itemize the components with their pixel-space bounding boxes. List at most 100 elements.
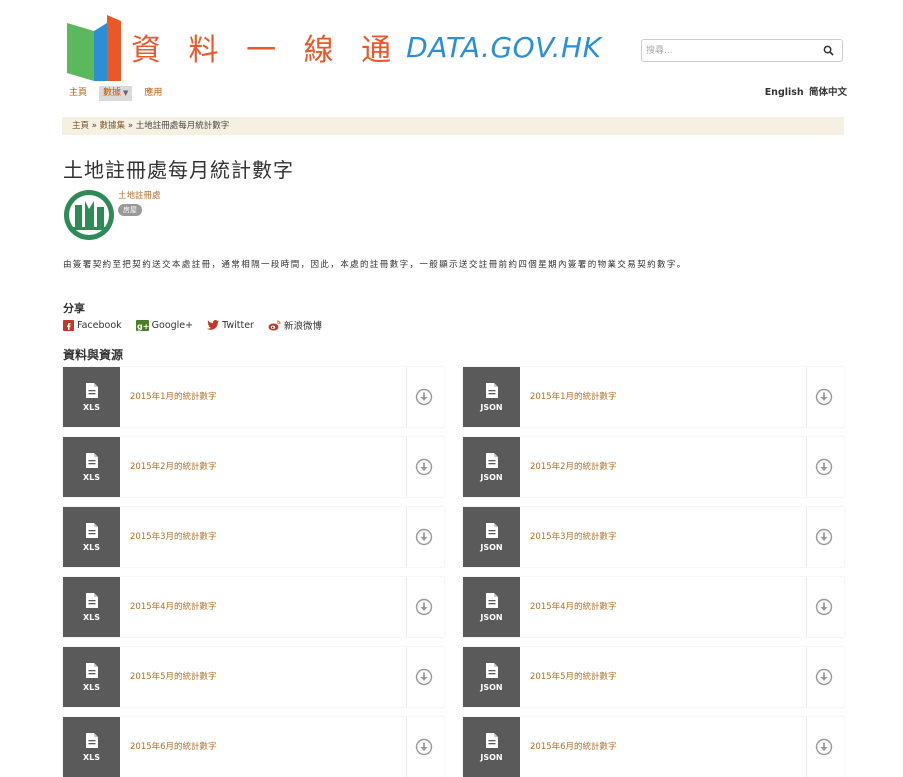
lang-simplified-chinese-link[interactable]: 简体中文 (809, 87, 847, 98)
share-weibo-link[interactable]: 新浪微博 (268, 318, 322, 332)
breadcrumb-home[interactable]: 主頁 (72, 121, 89, 131)
lang-english-link[interactable]: English (765, 87, 804, 98)
twitter-icon (207, 320, 220, 330)
svg-text:g+: g+ (137, 322, 149, 331)
breadcrumb: 主頁 » 數據集 » 土地註冊處每月統計數字 (62, 117, 844, 135)
format-block[interactable]: JSON (463, 437, 520, 497)
main-nav: 主頁 數據 ▼ 應用 (67, 86, 174, 101)
download-icon[interactable] (415, 668, 433, 686)
resource-card[interactable]: JSON 2015年4月的統計數字 (463, 577, 844, 637)
download-icon[interactable] (415, 598, 433, 616)
format-label: JSON (480, 612, 503, 622)
divider (806, 367, 807, 427)
resource-card[interactable]: XLS 2015年3月的統計數字 (63, 507, 444, 567)
land-registry-logo-icon[interactable] (63, 189, 115, 241)
resource-title[interactable]: 2015年2月的統計數字 (530, 437, 617, 497)
format-block[interactable]: XLS (63, 577, 120, 637)
download-icon[interactable] (815, 458, 833, 476)
data-gov-hk-logo-icon[interactable] (67, 15, 121, 81)
chevron-down-icon: ▼ (123, 89, 129, 97)
divider (806, 507, 807, 567)
site-logo-text[interactable]: 資 料 一 線 通 DATA.GOV.HK (131, 22, 601, 72)
download-icon[interactable] (815, 598, 833, 616)
download-icon[interactable] (415, 458, 433, 476)
format-label: XLS (82, 542, 101, 552)
download-icon[interactable] (415, 528, 433, 546)
search-icon[interactable] (823, 45, 834, 56)
resource-card[interactable]: JSON 2015年1月的統計數字 (463, 367, 844, 427)
breadcrumb-separator: » (125, 121, 136, 131)
resource-card[interactable]: XLS 2015年2月的統計數字 (63, 437, 444, 497)
resources-heading: 資料與資源 (63, 348, 124, 362)
breadcrumb-current: 土地註冊處每月統計數字 (135, 121, 230, 131)
share-twitter-link[interactable]: Twitter (207, 320, 254, 331)
document-icon (485, 382, 498, 398)
download-icon[interactable] (415, 388, 433, 406)
logo-english-text: DATA.GOV.HK (406, 30, 602, 64)
divider (806, 437, 807, 497)
share-heading: 分享 (63, 302, 85, 315)
resource-title[interactable]: 2015年4月的統計數字 (530, 577, 617, 637)
facebook-icon (63, 319, 74, 331)
resource-title[interactable]: 2015年6月的統計數字 (130, 717, 217, 777)
document-icon (485, 662, 498, 678)
resource-card[interactable]: XLS 2015年5月的統計數字 (63, 647, 444, 707)
nav-item-apps[interactable]: 應用 (142, 86, 164, 101)
format-label: JSON (480, 402, 503, 412)
divider (406, 507, 407, 567)
resource-card[interactable]: JSON 2015年6月的統計數字 (463, 717, 844, 777)
download-icon[interactable] (815, 738, 833, 756)
category-badge[interactable]: 房屋 (118, 204, 142, 216)
resource-card[interactable]: XLS 2015年6月的統計數字 (63, 717, 444, 777)
format-block[interactable]: XLS (63, 647, 120, 707)
organization-name[interactable]: 土地註冊處 (118, 189, 161, 201)
format-block[interactable]: XLS (63, 367, 120, 427)
format-block[interactable]: JSON (463, 507, 520, 567)
share-googleplus-label: Google+ (151, 319, 194, 331)
format-block[interactable]: JSON (463, 577, 520, 637)
divider (406, 577, 407, 637)
share-links: Facebook g+ Google+ Twitter 新浪微博 (63, 318, 336, 332)
breadcrumb-separator: » (89, 121, 100, 131)
nav-item-data[interactable]: 數據 ▼ (99, 86, 133, 101)
breadcrumb-datasets[interactable]: 數據集 (100, 121, 126, 131)
resource-title[interactable]: 2015年4月的統計數字 (130, 577, 217, 637)
download-icon[interactable] (815, 668, 833, 686)
page: 資 料 一 線 通 DATA.GOV.HK 主頁 數據▼ 應用 English … (0, 0, 903, 777)
resource-card[interactable]: JSON 2015年2月的統計數字 (463, 437, 844, 497)
search-box (641, 39, 843, 62)
resource-title[interactable]: 2015年1月的統計數字 (530, 367, 617, 427)
download-icon[interactable] (815, 388, 833, 406)
download-icon[interactable] (815, 528, 833, 546)
format-block[interactable]: JSON (463, 717, 520, 777)
language-switcher: English 简体中文 (763, 84, 847, 98)
resource-title[interactable]: 2015年6月的統計數字 (530, 717, 617, 777)
resource-title[interactable]: 2015年1月的統計數字 (130, 367, 217, 427)
divider (406, 717, 407, 777)
search-input[interactable] (646, 42, 806, 59)
resource-title[interactable]: 2015年3月的統計數字 (530, 507, 617, 567)
resource-card[interactable]: XLS 2015年4月的統計數字 (63, 577, 444, 637)
divider (406, 437, 407, 497)
format-block[interactable]: XLS (63, 717, 120, 777)
share-googleplus-link[interactable]: g+ Google+ (135, 319, 194, 331)
resource-card[interactable]: JSON 2015年5月的統計數字 (463, 647, 844, 707)
resource-card[interactable]: JSON 2015年3月的統計數字 (463, 507, 844, 567)
share-twitter-label: Twitter (222, 319, 254, 331)
download-icon[interactable] (415, 738, 433, 756)
resource-title[interactable]: 2015年2月的統計數字 (130, 437, 217, 497)
resource-card[interactable]: XLS 2015年1月的統計數字 (63, 367, 444, 427)
dataset-description: 由簽署契約至把契約送交本處註冊，通常相隔一段時間，因此，本處的註冊數字，一般顯示… (63, 260, 687, 270)
format-label: JSON (480, 682, 503, 692)
resource-title[interactable]: 2015年5月的統計數字 (530, 647, 617, 707)
nav-item-home[interactable]: 主頁 (67, 86, 89, 101)
divider (806, 577, 807, 637)
format-block[interactable]: JSON (463, 367, 520, 427)
format-block[interactable]: XLS (63, 507, 120, 567)
format-label: XLS (82, 682, 101, 692)
share-facebook-link[interactable]: Facebook (63, 319, 122, 331)
format-block[interactable]: XLS (63, 437, 120, 497)
format-block[interactable]: JSON (463, 647, 520, 707)
resource-title[interactable]: 2015年3月的統計數字 (130, 507, 217, 567)
resource-title[interactable]: 2015年5月的統計數字 (130, 647, 217, 707)
